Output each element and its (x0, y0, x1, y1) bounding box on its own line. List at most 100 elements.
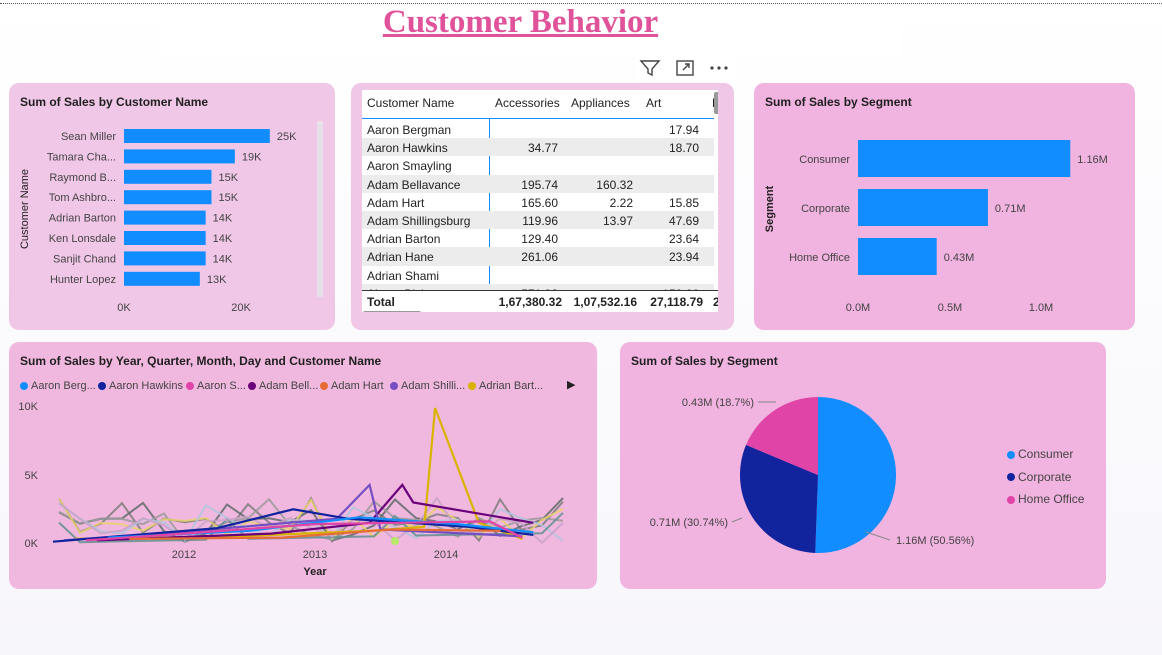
table-row[interactable]: Adam Bellavance 195.74 160.32 (362, 174, 714, 193)
focus-mode-icon[interactable] (674, 58, 696, 78)
total-value: 27,118.79 (650, 295, 703, 309)
category-label: Sanjit Chand (53, 253, 116, 265)
table-row[interactable]: Adrian Hane 261.06 23.94 (362, 247, 714, 266)
value-cell: 129.40 (521, 232, 558, 247)
value-cell: 165.60 (521, 195, 558, 210)
bar[interactable] (858, 238, 937, 275)
total-value: 1,67,380.32 (498, 295, 562, 309)
legend-label: Corporate (1018, 469, 1072, 484)
line-chart: 10K 5K 0K 2012 2013 2014 Year (18, 401, 564, 578)
table-row[interactable]: Aaron Hawkins 34.77 18.70 (362, 138, 714, 157)
x-tick-label: 20K (231, 302, 251, 314)
filter-icon[interactable] (639, 58, 661, 78)
leader-line (865, 531, 891, 541)
value-cell: 23.64 (668, 232, 699, 247)
legend-item[interactable]: Home Office (1007, 492, 1084, 506)
bar[interactable] (124, 129, 270, 143)
vertical-scrollbar-thumb[interactable] (714, 92, 718, 114)
legend-label: Consumer (1018, 447, 1074, 461)
value-cell: 15.85 (668, 195, 699, 210)
line-chart-card[interactable]: Sum of Sales by Year, Quarter, Month, Da… (9, 342, 597, 589)
horizontal-scrollbar-thumb[interactable] (362, 311, 422, 312)
data-label: 14K (213, 253, 233, 265)
sales-table: Customer Name Accessories Appliances Art… (362, 90, 718, 312)
data-label: 25K (277, 131, 297, 143)
leader-line (731, 517, 743, 523)
data-label: 19K (242, 151, 262, 163)
column-header[interactable]: Art (646, 96, 661, 110)
bar[interactable] (124, 231, 206, 245)
value-cell: 119.96 (522, 214, 558, 228)
y-tick-label: 5K (25, 470, 39, 482)
x-tick-label: 0.0M (846, 302, 870, 314)
data-label: 15K (219, 192, 239, 204)
table-total-row: Total 1,67,380.32 1,07,532.16 27,118.79 … (362, 290, 718, 312)
segment-bar-card[interactable]: Sum of Sales by Segment Segment Consumer… (754, 83, 1135, 330)
customer-bar-chart: Customer Name Sean Miller 25K Tamara Cha..… (19, 121, 323, 314)
customer-name-cell: Adrian Shami (367, 268, 440, 283)
total-label: Total (367, 295, 395, 309)
bar[interactable] (858, 140, 1071, 177)
column-header[interactable]: Accessories (495, 96, 560, 110)
legend-dot-icon (1007, 450, 1015, 459)
pie-slice[interactable] (815, 396, 897, 553)
value-cell: 13.97 (602, 214, 633, 228)
category-label: Hunter Lopez (50, 274, 116, 286)
table-row[interactable]: Aaron Smayling (362, 156, 714, 174)
table-row[interactable]: Adam Hart 165.60 2.22 15.85 (362, 193, 714, 211)
table-row[interactable]: Adrian Barton 129.40 23.64 (362, 229, 714, 247)
segment-bar-chart: Segment Consumer 1.16M Corporate 0.71M Home … (764, 140, 1108, 314)
bar[interactable] (858, 189, 988, 226)
more-options-icon[interactable] (708, 58, 730, 78)
header-divider (362, 118, 714, 119)
customer-name-cell: Aaron Hawkins (367, 141, 448, 156)
category-label: Tom Ashbro... (49, 192, 116, 204)
scrollbar-track[interactable] (317, 121, 323, 297)
column-header[interactable]: Customer Name (367, 96, 454, 110)
bar[interactable] (124, 149, 235, 164)
table-row[interactable]: Aaron Bergman 17.94 (362, 120, 714, 138)
x-axis-label: Year (303, 566, 327, 578)
page-title: Customer Behavior (382, 4, 659, 40)
value-cell: 23.94 (668, 250, 699, 265)
customer-name-cell: Adrian Barton (367, 232, 441, 247)
y-axis-label: Segment (764, 185, 776, 232)
x-tick-label: 0K (117, 302, 131, 314)
value-cell: 160.32 (596, 177, 633, 192)
bar[interactable] (124, 169, 212, 184)
column-header[interactable]: Appliances (571, 96, 630, 110)
x-tick-label: 2012 (172, 549, 196, 561)
category-label: Corporate (801, 203, 850, 215)
value-cell: 18.70 (668, 141, 699, 156)
slice-label: 0.43M (18.7%) (682, 397, 754, 409)
category-label: Home Office (789, 252, 850, 264)
bar[interactable] (124, 190, 212, 205)
x-tick-label: 1.0M (1029, 302, 1053, 314)
segment-pie-card[interactable]: Sum of Sales by Segment 1.16M (50.56%) 0.… (620, 342, 1106, 589)
customer-sales-card[interactable]: Sum of Sales by Customer Name Customer N… (9, 83, 335, 330)
category-label: Consumer (799, 154, 850, 166)
value-cell: 2.22 (609, 195, 633, 210)
x-tick-label: 2014 (434, 549, 458, 561)
category-label: Raymond B... (49, 172, 116, 184)
bar[interactable] (124, 271, 200, 286)
page-title-box: Customer Behavior (162, 4, 901, 58)
y-axis-label: Customer Name (19, 169, 31, 249)
value-cell: 34.77 (527, 141, 558, 156)
data-point[interactable] (391, 537, 399, 545)
table-row[interactable]: Adam Shillingsburg 119.96 13.97 47.69 (362, 211, 714, 230)
data-label: 0.71M (995, 203, 1026, 215)
bar[interactable] (124, 251, 206, 266)
bar[interactable] (124, 210, 206, 225)
legend-item[interactable]: Consumer (1007, 447, 1073, 461)
data-label: 14K (213, 233, 233, 245)
total-value: 1,07,532.16 (573, 295, 637, 309)
value-cell: 195.74 (521, 177, 558, 192)
category-label: Adrian Barton (49, 213, 116, 225)
table-row[interactable]: Adrian Shami (362, 266, 714, 284)
legend-dot-icon (1007, 495, 1015, 504)
customer-name-cell: Adam Hart (367, 195, 425, 210)
legend-item[interactable]: Corporate (1007, 470, 1071, 484)
y-tick-label: 10K (18, 401, 38, 413)
category-label: Tamara Cha... (47, 151, 116, 163)
